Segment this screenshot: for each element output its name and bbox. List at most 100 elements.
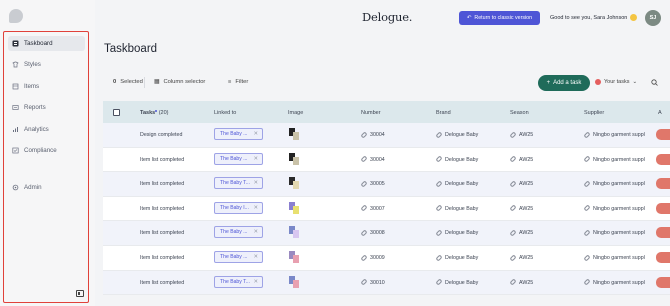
remove-link-icon[interactable]: ✕ xyxy=(253,131,258,137)
link-icon xyxy=(583,180,591,188)
season-cell: AW25 xyxy=(509,131,533,139)
product-thumbnail[interactable] xyxy=(288,250,300,264)
avatar[interactable]: SJ xyxy=(645,10,661,26)
column-header-season[interactable]: Season xyxy=(510,110,529,116)
sidebar-item-styles[interactable]: Styles xyxy=(8,57,85,72)
linked-to-chip[interactable]: The Baby I... ✕ xyxy=(214,201,263,214)
season-cell: AW25 xyxy=(509,204,533,212)
link-icon xyxy=(435,131,443,139)
column-header-tasks[interactable]: Tasks (20) xyxy=(140,110,169,116)
link-icon xyxy=(360,254,368,262)
remove-link-icon[interactable]: ✕ xyxy=(253,180,258,186)
plus-icon: + xyxy=(546,80,551,86)
linked-to-chip[interactable]: The Baby T... ✕ xyxy=(214,275,263,288)
remove-link-icon[interactable]: ✕ xyxy=(253,254,258,260)
brand-logo: Delogue. xyxy=(362,10,413,24)
remove-link-icon[interactable]: ✕ xyxy=(253,205,258,211)
assignee-avatar[interactable] xyxy=(656,227,670,239)
column-header-image[interactable]: Image xyxy=(288,110,303,116)
page-title: Taskboard xyxy=(104,43,158,55)
table-row[interactable]: Item list completed The Baby ... ✕ 30004 Del… xyxy=(103,147,670,173)
task-name[interactable]: Item list completed xyxy=(140,181,184,187)
sidebar-item-taskboard[interactable]: Taskboard xyxy=(8,36,85,51)
link-icon xyxy=(360,180,368,188)
link-icon xyxy=(583,131,591,139)
link-icon xyxy=(583,204,591,212)
table-row[interactable]: Item list completed The Baby ... ✕ 30008 Del… xyxy=(103,221,670,246)
item-number: 30010 xyxy=(360,278,385,286)
link-icon xyxy=(360,131,368,139)
columns-icon: ▦ xyxy=(154,79,160,85)
linked-to-chip[interactable]: The Baby ... ✕ xyxy=(214,226,263,239)
supplier-cell: Ningbo garment suppl xyxy=(583,155,645,163)
product-thumbnail[interactable] xyxy=(288,176,300,190)
sidebar-collapse-icon[interactable] xyxy=(76,290,84,297)
taskboard-icon xyxy=(12,40,19,47)
linked-to-chip[interactable]: The Baby ... ✕ xyxy=(214,128,263,140)
sidebar-item-compliance[interactable]: Compliance xyxy=(8,143,85,158)
sidebar-item-items[interactable]: Items xyxy=(8,79,85,94)
remove-link-icon[interactable]: ✕ xyxy=(253,229,258,235)
add-task-button[interactable]: + Add a task xyxy=(538,75,590,91)
column-selector-button[interactable]: ▦ Column selector xyxy=(154,79,205,85)
remove-link-icon[interactable]: ✕ xyxy=(253,156,258,162)
assignee-avatar[interactable] xyxy=(656,252,670,263)
user-dot-icon xyxy=(595,79,601,85)
sidebar-item-label: Styles xyxy=(24,61,41,68)
link-icon xyxy=(509,254,517,262)
task-name[interactable]: Item list completed xyxy=(140,157,184,163)
item-number: 30005 xyxy=(360,180,385,188)
column-header-number[interactable]: Number xyxy=(361,110,381,116)
task-name[interactable]: Item list completed xyxy=(140,230,184,236)
table-row[interactable]: Item list completed The Baby I... ✕ 30007 De… xyxy=(103,196,670,222)
task-name[interactable]: Item list completed xyxy=(140,280,184,286)
product-thumbnail[interactable] xyxy=(288,201,300,215)
product-thumbnail[interactable] xyxy=(288,275,300,289)
filter-button[interactable]: ≡ Filter xyxy=(228,79,248,85)
table-row[interactable]: Item list completed The Baby ... ✕ 30009 Del… xyxy=(103,246,670,271)
your-tasks-dropdown[interactable]: Your tasks ⌄ xyxy=(595,79,637,85)
assignee-avatar[interactable] xyxy=(656,202,670,214)
linked-to-chip[interactable]: The Baby ... ✕ xyxy=(214,152,263,165)
season-cell: AW25 xyxy=(509,229,533,237)
task-name[interactable]: Item list completed xyxy=(140,255,184,261)
column-header-linked[interactable]: Linked to xyxy=(214,110,236,116)
supplier-cell: Ningbo garment suppl xyxy=(583,204,645,212)
search-icon[interactable] xyxy=(651,79,658,86)
task-name[interactable]: Item list completed xyxy=(140,206,184,212)
app-logo xyxy=(9,9,23,23)
table-row[interactable]: Design completed The Baby ... ✕ 30004 Delogu… xyxy=(103,123,670,148)
gear-icon xyxy=(12,184,19,191)
column-header-brand[interactable]: Brand xyxy=(436,110,451,116)
sidebar-item-reports[interactable]: Reports xyxy=(8,100,85,115)
column-header-supplier[interactable]: Supplier xyxy=(584,110,604,116)
remove-link-icon[interactable]: ✕ xyxy=(253,279,258,285)
table-row[interactable]: Item list completed The Baby T... ✕ 30005 De… xyxy=(103,172,670,197)
supplier-cell: Ningbo garment suppl xyxy=(583,278,645,286)
product-thumbnail[interactable] xyxy=(288,127,300,141)
assignee-avatar[interactable] xyxy=(656,276,670,288)
return-classic-button[interactable]: ↶ Return to classic version xyxy=(459,11,540,25)
sidebar-item-admin[interactable]: Admin xyxy=(8,180,85,195)
product-thumbnail[interactable] xyxy=(288,152,300,166)
table-row[interactable]: Item list completed The Baby T... ✕ 30010 De… xyxy=(103,270,670,296)
supplier-cell: Ningbo garment suppl xyxy=(583,131,645,139)
column-header-next[interactable]: A xyxy=(658,110,662,116)
select-all-checkbox[interactable] xyxy=(113,109,120,116)
season-cell: AW25 xyxy=(509,155,533,163)
link-icon xyxy=(509,131,517,139)
assignee-avatar[interactable] xyxy=(656,178,670,190)
assignee-avatar[interactable] xyxy=(656,129,670,140)
sidebar-item-analytics[interactable]: Analytics xyxy=(8,122,85,137)
linked-to-chip[interactable]: The Baby T... ✕ xyxy=(214,177,263,190)
sidebar-item-label: Reports xyxy=(24,104,46,111)
linked-to-chip[interactable]: The Baby ... ✕ xyxy=(214,251,263,263)
task-name[interactable]: Design completed xyxy=(140,132,182,138)
assignee-avatar[interactable] xyxy=(656,153,670,165)
item-number: 30008 xyxy=(360,229,385,237)
sunglasses-emoji-icon xyxy=(629,14,637,21)
brand-cell: Delogue Baby xyxy=(435,180,478,188)
link-icon xyxy=(509,204,517,212)
product-thumbnail[interactable] xyxy=(288,225,300,239)
supplier-cell: Ningbo garment suppl xyxy=(583,180,645,188)
